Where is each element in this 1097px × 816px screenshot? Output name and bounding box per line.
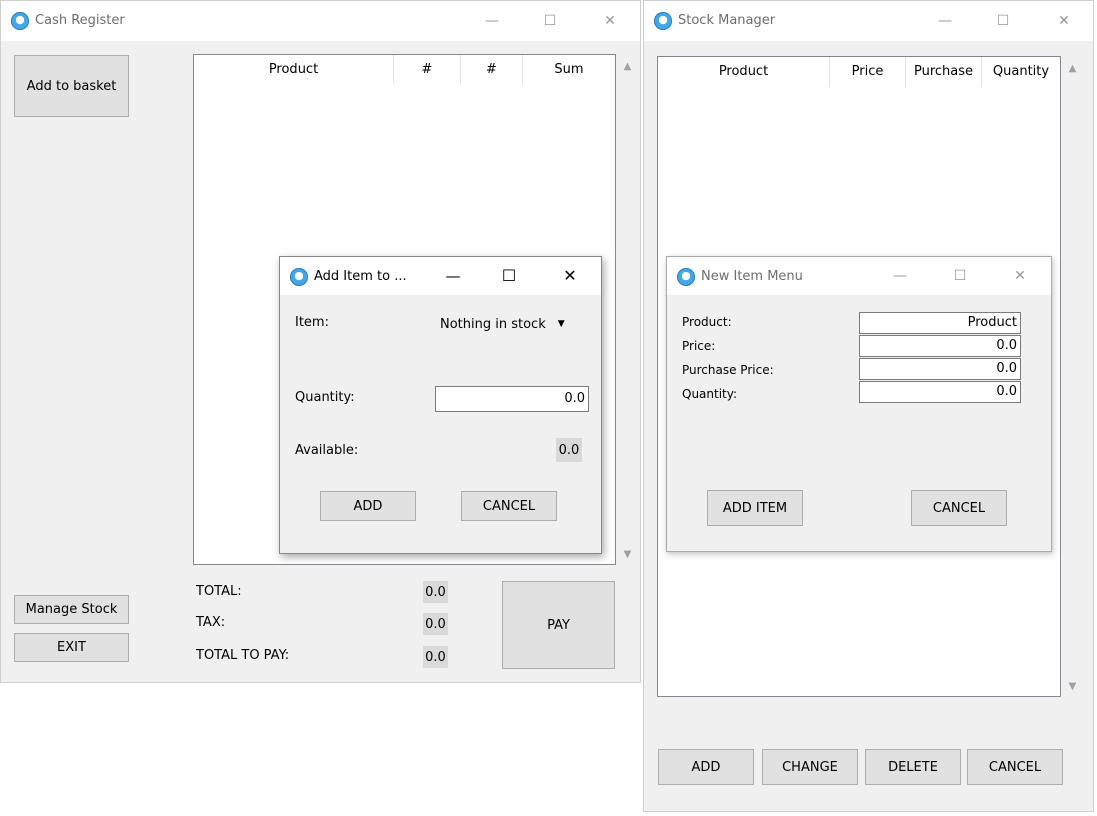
total-label: TOTAL: [196, 584, 242, 599]
close-icon[interactable]: ✕ [997, 257, 1043, 295]
purchase-price-label: Purchase Price: [682, 363, 774, 377]
cash-register-titlebar[interactable]: Cash Register — ☐ ✕ [1, 1, 640, 41]
maximize-icon[interactable]: ☐ [527, 1, 573, 41]
maximize-icon[interactable]: ☐ [937, 257, 983, 295]
price-label: Price: [682, 339, 716, 353]
app-icon [290, 268, 308, 286]
price-input[interactable]: 0.0 [859, 335, 1021, 357]
add-item-titlebar[interactable]: Add Item to ... — ☐ ✕ [280, 257, 601, 295]
dialog-title: Add Item to ... [314, 269, 407, 284]
total-value: 0.0 [423, 581, 448, 603]
tax-value: 0.0 [423, 613, 448, 635]
product-label: Product: [682, 315, 732, 329]
close-icon[interactable]: ✕ [1041, 1, 1087, 41]
add-to-basket-button[interactable]: Add to basket [14, 55, 129, 117]
app-icon [11, 12, 29, 30]
add-button[interactable]: ADD [320, 491, 416, 521]
item-select[interactable]: Nothing in stock ▼ [440, 313, 590, 335]
new-item-titlebar[interactable]: New Item Menu — ☐ ✕ [667, 257, 1051, 295]
new-item-dialog: New Item Menu — ☐ ✕ Product: Product Pri… [666, 256, 1052, 552]
product-input[interactable]: Product [859, 312, 1021, 334]
cancel-button[interactable]: CANCEL [967, 749, 1063, 785]
column-header-product[interactable]: Product [194, 55, 394, 85]
quantity-input[interactable]: 0.0 [859, 381, 1021, 403]
scroll-up-arrow-icon[interactable]: ▲ [619, 58, 636, 75]
item-select-value: Nothing in stock [440, 316, 546, 332]
stock-scrollbar[interactable]: ▲ ▼ [1064, 56, 1081, 697]
manage-stock-button[interactable]: Manage Stock [14, 595, 129, 624]
total-to-pay-value: 0.0 [423, 646, 448, 668]
column-header-count[interactable]: # [394, 55, 461, 85]
app-icon [677, 268, 695, 286]
basket-scrollbar[interactable]: ▲ ▼ [619, 54, 636, 565]
exit-button[interactable]: EXIT [14, 633, 129, 662]
minimize-icon[interactable]: — [877, 257, 923, 295]
quantity-label: Quantity: [682, 387, 738, 401]
basket-table-header: Product # # Sum [194, 55, 615, 85]
change-button[interactable]: CHANGE [762, 749, 858, 785]
window-title: Stock Manager [678, 13, 776, 28]
column-header-quantity[interactable]: Quantity [982, 57, 1060, 87]
delete-button[interactable]: DELETE [865, 749, 961, 785]
quantity-input[interactable]: 0.0 [435, 386, 589, 412]
item-label: Item: [295, 315, 329, 330]
cancel-button[interactable]: CANCEL [911, 490, 1007, 526]
column-header-price[interactable]: Price [830, 57, 906, 87]
add-item-dialog: Add Item to ... — ☐ ✕ Item: Nothing in s… [279, 256, 602, 554]
column-header-purchase[interactable]: Purchase [906, 57, 982, 87]
pay-button[interactable]: PAY [502, 581, 615, 669]
minimize-icon[interactable]: — [469, 1, 515, 41]
total-to-pay-label: TOTAL TO PAY: [196, 648, 290, 663]
column-header-product[interactable]: Product [658, 57, 830, 87]
window-title: Cash Register [35, 13, 125, 28]
add-item-button[interactable]: ADD ITEM [707, 490, 803, 526]
close-icon[interactable]: ✕ [587, 1, 633, 41]
available-value: 0.0 [556, 438, 582, 462]
scroll-down-arrow-icon[interactable]: ▼ [619, 546, 636, 563]
maximize-icon[interactable]: ☐ [486, 257, 532, 295]
stock-manager-titlebar[interactable]: Stock Manager — ☐ ✕ [644, 1, 1093, 41]
dialog-title: New Item Menu [701, 269, 803, 284]
purchase-price-input[interactable]: 0.0 [859, 358, 1021, 380]
quantity-label: Quantity: [295, 390, 355, 405]
scroll-up-arrow-icon[interactable]: ▲ [1064, 60, 1081, 77]
tax-label: TAX: [196, 615, 226, 630]
column-header-sum[interactable]: Sum [523, 55, 615, 85]
app-icon [654, 12, 672, 30]
minimize-icon[interactable]: — [430, 257, 476, 295]
maximize-icon[interactable]: ☐ [980, 1, 1026, 41]
close-icon[interactable]: ✕ [547, 257, 593, 295]
cancel-button[interactable]: CANCEL [461, 491, 557, 521]
add-button[interactable]: ADD [658, 749, 754, 785]
minimize-icon[interactable]: — [922, 1, 968, 41]
available-label: Available: [295, 443, 359, 458]
stock-table-header: Product Price Purchase Quantity [658, 57, 1060, 87]
scroll-down-arrow-icon[interactable]: ▼ [1064, 678, 1081, 695]
chevron-down-icon: ▼ [557, 319, 565, 329]
column-header-count-2[interactable]: # [461, 55, 523, 85]
